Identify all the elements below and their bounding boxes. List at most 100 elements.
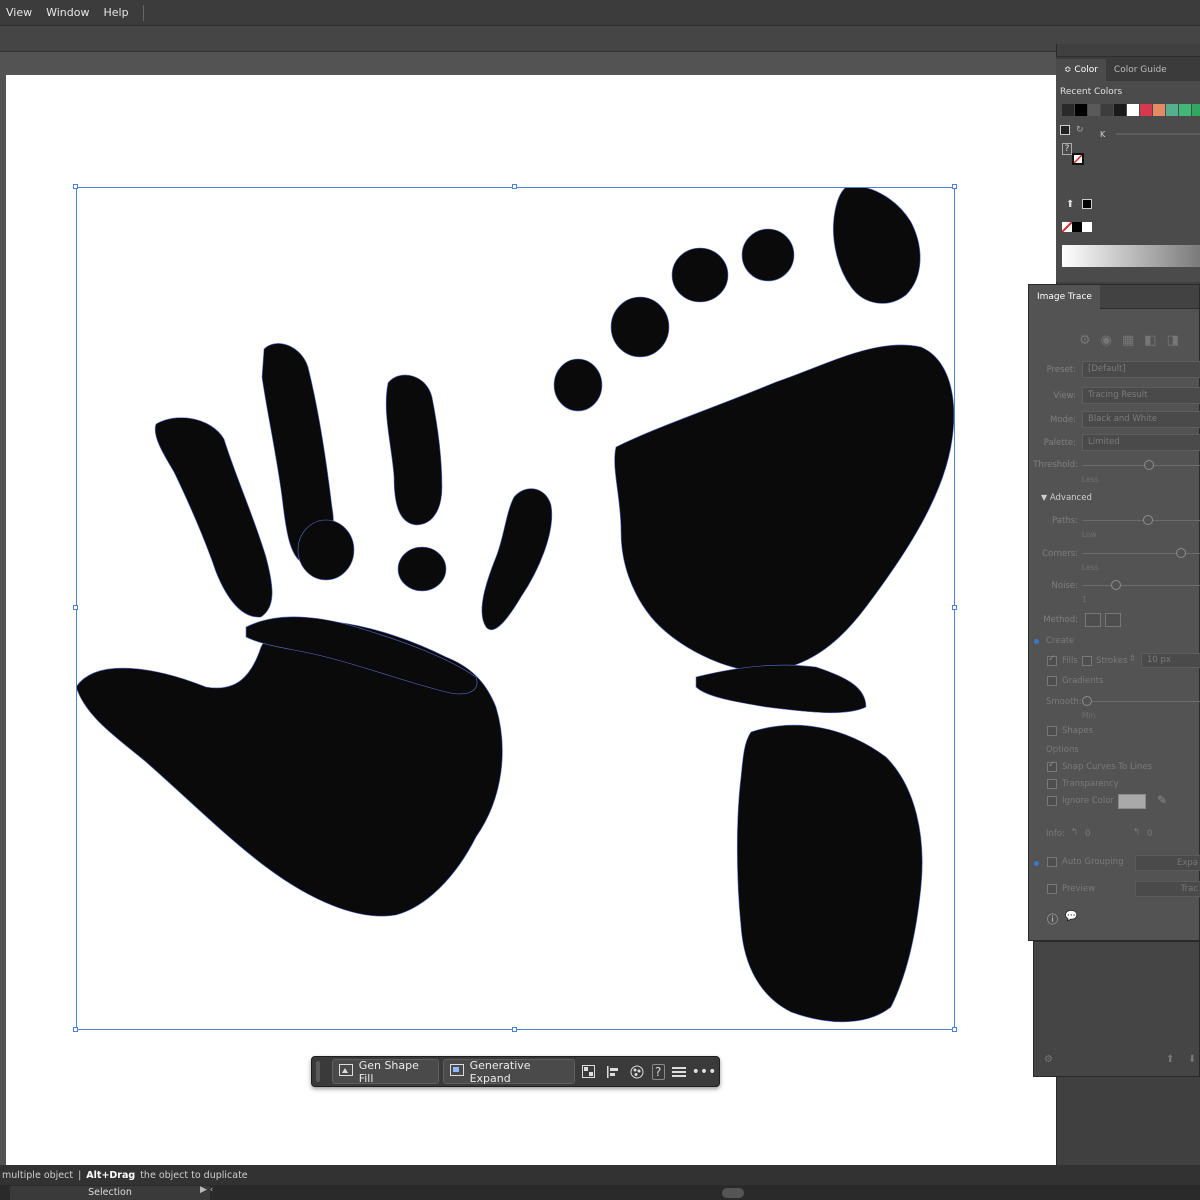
eyedropper-icon[interactable]: ✎ <box>1157 793 1167 807</box>
recent-color-swatch[interactable] <box>1140 104 1152 116</box>
paths-slider[interactable] <box>1083 520 1200 521</box>
more-options-icon[interactable]: ••• <box>692 1061 717 1083</box>
horizontal-scrollbar-thumb[interactable] <box>722 1188 744 1198</box>
drag-handle[interactable] <box>316 1061 320 1082</box>
method-abutting-button[interactable] <box>1085 613 1101 627</box>
tab-color[interactable]: ≎ Color <box>1056 59 1106 81</box>
stroke-stepper-icon[interactable]: ⇕ <box>1129 654 1136 664</box>
grayscale-icon[interactable]: ◧ <box>1144 333 1156 348</box>
stroke-none-swatch[interactable] <box>1072 153 1084 165</box>
noise-knob[interactable] <box>1111 580 1121 590</box>
image-trace-options-icon[interactable] <box>579 1061 599 1083</box>
info-circle-icon[interactable]: ⓘ <box>1047 911 1058 927</box>
handle-bottom-right[interactable] <box>952 1027 957 1032</box>
expand-button[interactable]: Expa <box>1135 855 1200 871</box>
none-swatch[interactable] <box>1062 222 1072 232</box>
handle-bottom-left[interactable] <box>73 1027 78 1032</box>
preview-checkbox[interactable] <box>1047 884 1057 894</box>
mode-select[interactable]: Black and White <box>1082 411 1200 428</box>
paths-knob[interactable] <box>1143 515 1153 525</box>
handle-top-left[interactable] <box>73 184 78 189</box>
recent-color-swatch[interactable] <box>1062 104 1074 116</box>
tab-color-guide[interactable]: Color Guide <box>1106 59 1175 81</box>
corners-knob[interactable] <box>1176 548 1186 558</box>
menu-window[interactable]: Window <box>40 6 97 19</box>
ignore-color-label: Ignore Color <box>1062 796 1114 806</box>
recolor-icon[interactable] <box>627 1061 647 1083</box>
generative-expand-button[interactable]: Generative Expand <box>442 1059 575 1085</box>
noise-slider[interactable] <box>1083 585 1200 586</box>
status-bar: multiple object | Alt+Drag the object to… <box>0 1165 1200 1185</box>
trace-button[interactable]: Trac <box>1135 881 1200 897</box>
handle-top-center[interactable] <box>512 184 517 189</box>
align-icon[interactable] <box>603 1061 623 1083</box>
palette-label: Palette: <box>1043 438 1076 448</box>
recent-color-swatch[interactable] <box>1192 104 1200 116</box>
view-select[interactable]: Tracing Result <box>1082 387 1200 404</box>
method-overlapping-button[interactable] <box>1105 613 1121 627</box>
k-channel-slider[interactable] <box>1116 133 1200 135</box>
ignore-color-checkbox[interactable] <box>1047 796 1057 806</box>
recent-color-swatch[interactable] <box>1153 104 1165 116</box>
smooth-knob[interactable] <box>1082 696 1092 706</box>
control-bar <box>0 26 1200 52</box>
strokes-checkbox[interactable] <box>1082 656 1092 666</box>
view-label: View: <box>1053 391 1076 401</box>
k-channel-label: K <box>1100 130 1106 139</box>
stroke-width-input[interactable]: 10 px <box>1141 653 1200 668</box>
handle-middle-left[interactable] <box>73 605 78 610</box>
menu-help[interactable]: Help <box>97 6 136 19</box>
white-default-swatch[interactable] <box>1082 222 1092 232</box>
ignore-color-swatch[interactable] <box>1118 794 1146 809</box>
dock-download-icon[interactable]: ⬇ <box>1188 1054 1196 1065</box>
color-spectrum-bar[interactable] <box>1062 245 1200 267</box>
smooth-slider[interactable] <box>1092 701 1200 702</box>
recent-color-swatch[interactable] <box>1114 104 1126 116</box>
auto-color-icon[interactable]: ⚙ <box>1079 333 1091 348</box>
high-color-icon[interactable]: ◉ <box>1101 333 1112 348</box>
gradients-checkbox[interactable] <box>1047 676 1057 686</box>
threshold-knob[interactable] <box>1144 460 1154 470</box>
fills-checkbox[interactable] <box>1047 654 1057 666</box>
anchors-count: 0 <box>1147 829 1153 839</box>
tool-menu-arrow-icon[interactable]: ▶ ‹ <box>200 1185 213 1195</box>
threshold-slider[interactable] <box>1083 465 1200 466</box>
recent-color-swatch[interactable] <box>1166 104 1178 116</box>
snap-curves-checkbox[interactable] <box>1047 760 1057 772</box>
black-white-icon[interactable]: ◨ <box>1167 333 1179 348</box>
reset-colors-icon[interactable]: ↻ <box>1076 125 1086 135</box>
fill-stroke-swap-icon[interactable] <box>1060 125 1070 135</box>
recent-color-swatch[interactable] <box>1179 104 1191 116</box>
auto-grouping-checkbox[interactable] <box>1047 857 1057 867</box>
status-hint-text: multiple object <box>2 1169 74 1181</box>
warning-arrow-icon[interactable]: ⬆ <box>1066 199 1076 210</box>
handle-bottom-center[interactable] <box>512 1027 517 1032</box>
tab-image-trace[interactable]: Image Trace <box>1029 284 1100 309</box>
recent-color-swatch[interactable] <box>1088 104 1100 116</box>
advanced-toggle[interactable]: ▼ Advanced <box>1041 493 1092 503</box>
gen-shape-fill-button[interactable]: Gen Shape Fill <box>331 1059 439 1085</box>
recent-color-swatch[interactable] <box>1127 104 1139 116</box>
help-icon[interactable]: ? <box>651 1063 665 1080</box>
tab-collapse-icon[interactable]: ≎ <box>1064 65 1072 75</box>
handle-middle-right[interactable] <box>952 605 957 610</box>
shapes-checkbox[interactable] <box>1047 726 1057 736</box>
black-default-swatch[interactable] <box>1072 222 1082 232</box>
comment-icon[interactable]: 💬 <box>1065 911 1077 922</box>
transparency-checkbox[interactable] <box>1047 779 1057 789</box>
dock-upload-icon[interactable]: ⬆ <box>1166 1054 1174 1065</box>
hamburger-menu-icon[interactable] <box>669 1061 689 1083</box>
out-of-gamut-icon[interactable]: ? <box>1062 143 1072 155</box>
dock-left-icon[interactable]: ⚙ <box>1044 1054 1053 1065</box>
low-color-icon[interactable]: ▦ <box>1122 333 1134 348</box>
menu-view[interactable]: View <box>0 6 40 19</box>
selection-bounding-box[interactable] <box>76 187 955 1030</box>
recent-color-swatch[interactable] <box>1101 104 1113 116</box>
handle-top-right[interactable] <box>952 184 957 189</box>
preset-select[interactable]: [Default] <box>1082 361 1200 378</box>
recent-color-swatch[interactable] <box>1075 104 1087 116</box>
palette-select[interactable]: Limited <box>1082 434 1200 451</box>
smooth-label: Smooth: <box>1046 697 1082 707</box>
current-tool-field[interactable]: Selection <box>10 1186 210 1200</box>
black-swatch[interactable] <box>1082 199 1092 209</box>
